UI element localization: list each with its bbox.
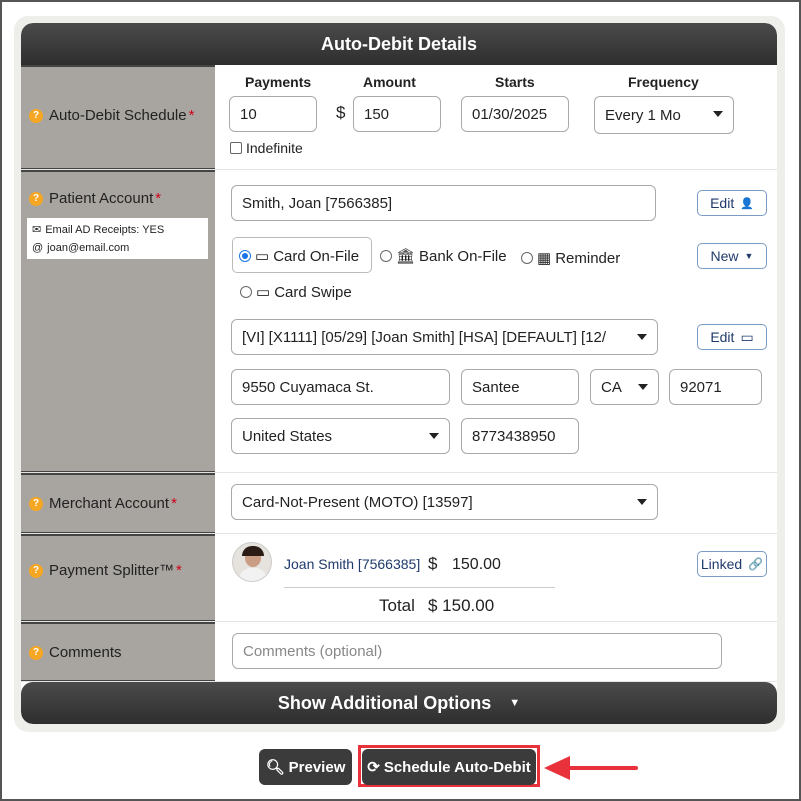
address-input[interactable]: 9550 Cuyamaca St.	[231, 369, 450, 405]
frequency-header: Frequency	[628, 74, 699, 90]
splitter-divider	[284, 587, 555, 588]
new-method-button[interactable]: New ▼	[697, 243, 767, 269]
indefinite-checkbox[interactable]	[230, 142, 242, 154]
credit-card-icon: ▭	[255, 248, 270, 265]
preview-button[interactable]: 🔍︎ Preview	[259, 749, 352, 785]
comments-label-cell: ? Comments	[21, 622, 215, 681]
reminder-option[interactable]: ▦ Reminder	[521, 249, 620, 267]
phone-input[interactable]: 8773438950	[461, 418, 579, 454]
bank-on-file-option[interactable]: 🏛 Bank On-File	[380, 247, 507, 265]
schedule-label: Auto-Debit Schedule	[49, 107, 187, 124]
card-select[interactable]: [VI] [X1111] [05/29] [Joan Smith] [HSA] …	[231, 319, 658, 355]
indefinite-option[interactable]: Indefinite	[230, 140, 303, 156]
amount-header: Amount	[363, 74, 416, 90]
amount-currency: $	[336, 103, 346, 122]
preview-label: Preview	[288, 758, 346, 776]
card-on-file-option[interactable]: ▭ Card On-File	[239, 247, 359, 265]
auto-debit-card: Auto-Debit Details ? Auto-Debit Schedule…	[21, 23, 777, 724]
total-label: Total	[379, 596, 415, 615]
linked-label: Linked	[700, 556, 743, 572]
pointer-arrow	[544, 756, 638, 780]
comments-label: Comments	[49, 644, 122, 661]
bank-icon: 🏛	[396, 248, 416, 265]
splitter-label: Payment Splitter™	[49, 562, 175, 579]
at-icon: @	[32, 242, 44, 254]
required-marker: *	[176, 562, 182, 579]
search-icon: 🔍︎	[265, 759, 285, 776]
email-receipts-text: Email AD Receipts: YES	[45, 224, 165, 236]
help-icon[interactable]: ?	[29, 563, 43, 578]
card-swipe-icon: ▭	[256, 284, 271, 301]
patient-edit-button[interactable]: Edit 👤	[697, 190, 767, 216]
additional-options-toggle[interactable]: Show Additional Options ▼	[21, 682, 777, 724]
caret-down-icon: ▼	[744, 251, 754, 261]
splitter-label-cell: ? Payment Splitter™ *	[21, 534, 215, 621]
schedule-label-cell: ? Auto-Debit Schedule *	[21, 65, 215, 169]
state-value: CA	[601, 378, 622, 396]
required-marker: *	[188, 107, 195, 124]
frequency-select[interactable]: Every 1 Mo	[594, 96, 734, 134]
new-method-label: New	[710, 248, 739, 264]
card-on-file-label: Card On-File	[273, 247, 360, 265]
amount-input[interactable]: 150	[353, 96, 441, 132]
card-edit-label: Edit	[710, 329, 735, 345]
additional-options-label: Show Additional Options	[277, 692, 492, 713]
country-value: United States	[242, 427, 333, 445]
card-select-value: [VI] [X1111] [05/29] [Joan Smith] [HSA] …	[242, 328, 607, 346]
help-icon[interactable]: ?	[29, 108, 43, 123]
linked-button[interactable]: Linked 🔗	[697, 551, 767, 577]
card-swipe-option[interactable]: ▭ Card Swipe	[240, 283, 352, 301]
card-edit-button[interactable]: Edit ▭	[697, 324, 767, 350]
card-swipe-radio[interactable]	[240, 286, 252, 298]
zip-input[interactable]: 92071	[669, 369, 762, 405]
merchant-select[interactable]: Card-Not-Present (MOTO) [13597]	[231, 484, 658, 520]
patient-account-input[interactable]: Smith, Joan [7566385]	[231, 185, 656, 221]
credit-card-icon: ▭	[740, 328, 754, 345]
section-header: Auto-Debit Details	[21, 23, 777, 65]
required-marker: *	[155, 190, 162, 207]
indefinite-label: Indefinite	[246, 140, 303, 156]
bank-on-file-radio[interactable]	[380, 250, 392, 262]
payments-input[interactable]: 10	[229, 96, 317, 132]
comments-input[interactable]: Comments (optional)	[232, 633, 722, 669]
bank-on-file-label: Bank On-File	[419, 247, 507, 265]
schedule-label: Schedule Auto-Debit	[383, 758, 531, 776]
section-title: Auto-Debit Details	[320, 33, 477, 54]
reminder-radio[interactable]	[521, 252, 533, 264]
user-icon: 👤	[740, 197, 754, 210]
merchant-value: Card-Not-Present (MOTO) [13597]	[242, 493, 473, 511]
help-icon[interactable]: ?	[29, 645, 43, 660]
help-icon[interactable]: ?	[29, 191, 43, 206]
payments-header: Payments	[245, 74, 312, 90]
total-value: $ 150.00	[428, 596, 495, 615]
patient-avatar	[232, 542, 272, 582]
card-swipe-label: Card Swipe	[274, 283, 352, 301]
card-on-file-radio[interactable]	[239, 250, 251, 262]
patient-label: Patient Account	[49, 190, 154, 207]
reminder-label: Reminder	[555, 249, 621, 267]
patient-label-cell: ? Patient Account * ✉ Email AD Receipts:…	[21, 170, 215, 472]
patient-edit-label: Edit	[710, 195, 735, 211]
schedule-auto-debit-button[interactable]: ⟳ Schedule Auto-Debit	[362, 749, 536, 785]
calendar-icon: ▦	[537, 250, 552, 267]
country-select[interactable]: United States	[231, 418, 450, 454]
city-input[interactable]: Santee	[461, 369, 579, 405]
start-date-input[interactable]: 01/30/2025	[461, 96, 569, 132]
caret-down-icon: ▼	[509, 697, 521, 709]
splitter-amount: 150.00	[452, 556, 501, 573]
envelope-icon: ✉	[32, 224, 42, 236]
refresh-icon: ⟳	[367, 759, 380, 776]
required-marker: *	[171, 495, 177, 512]
patient-email: joan@email.com	[47, 242, 130, 254]
frequency-value: Every 1 Mo	[605, 106, 681, 124]
starts-header: Starts	[495, 74, 535, 90]
splitter-currency: $	[428, 554, 438, 573]
help-icon[interactable]: ?	[29, 496, 43, 511]
merchant-label: Merchant Account	[49, 495, 170, 512]
splitter-patient-link[interactable]: Joan Smith [7566385]	[284, 556, 420, 572]
patient-contact-box: ✉ Email AD Receipts: YES @ joan@email.co…	[27, 218, 208, 259]
link-icon: 🔗	[748, 557, 764, 571]
state-select[interactable]: CA	[590, 369, 659, 405]
merchant-label-cell: ? Merchant Account *	[21, 473, 215, 533]
